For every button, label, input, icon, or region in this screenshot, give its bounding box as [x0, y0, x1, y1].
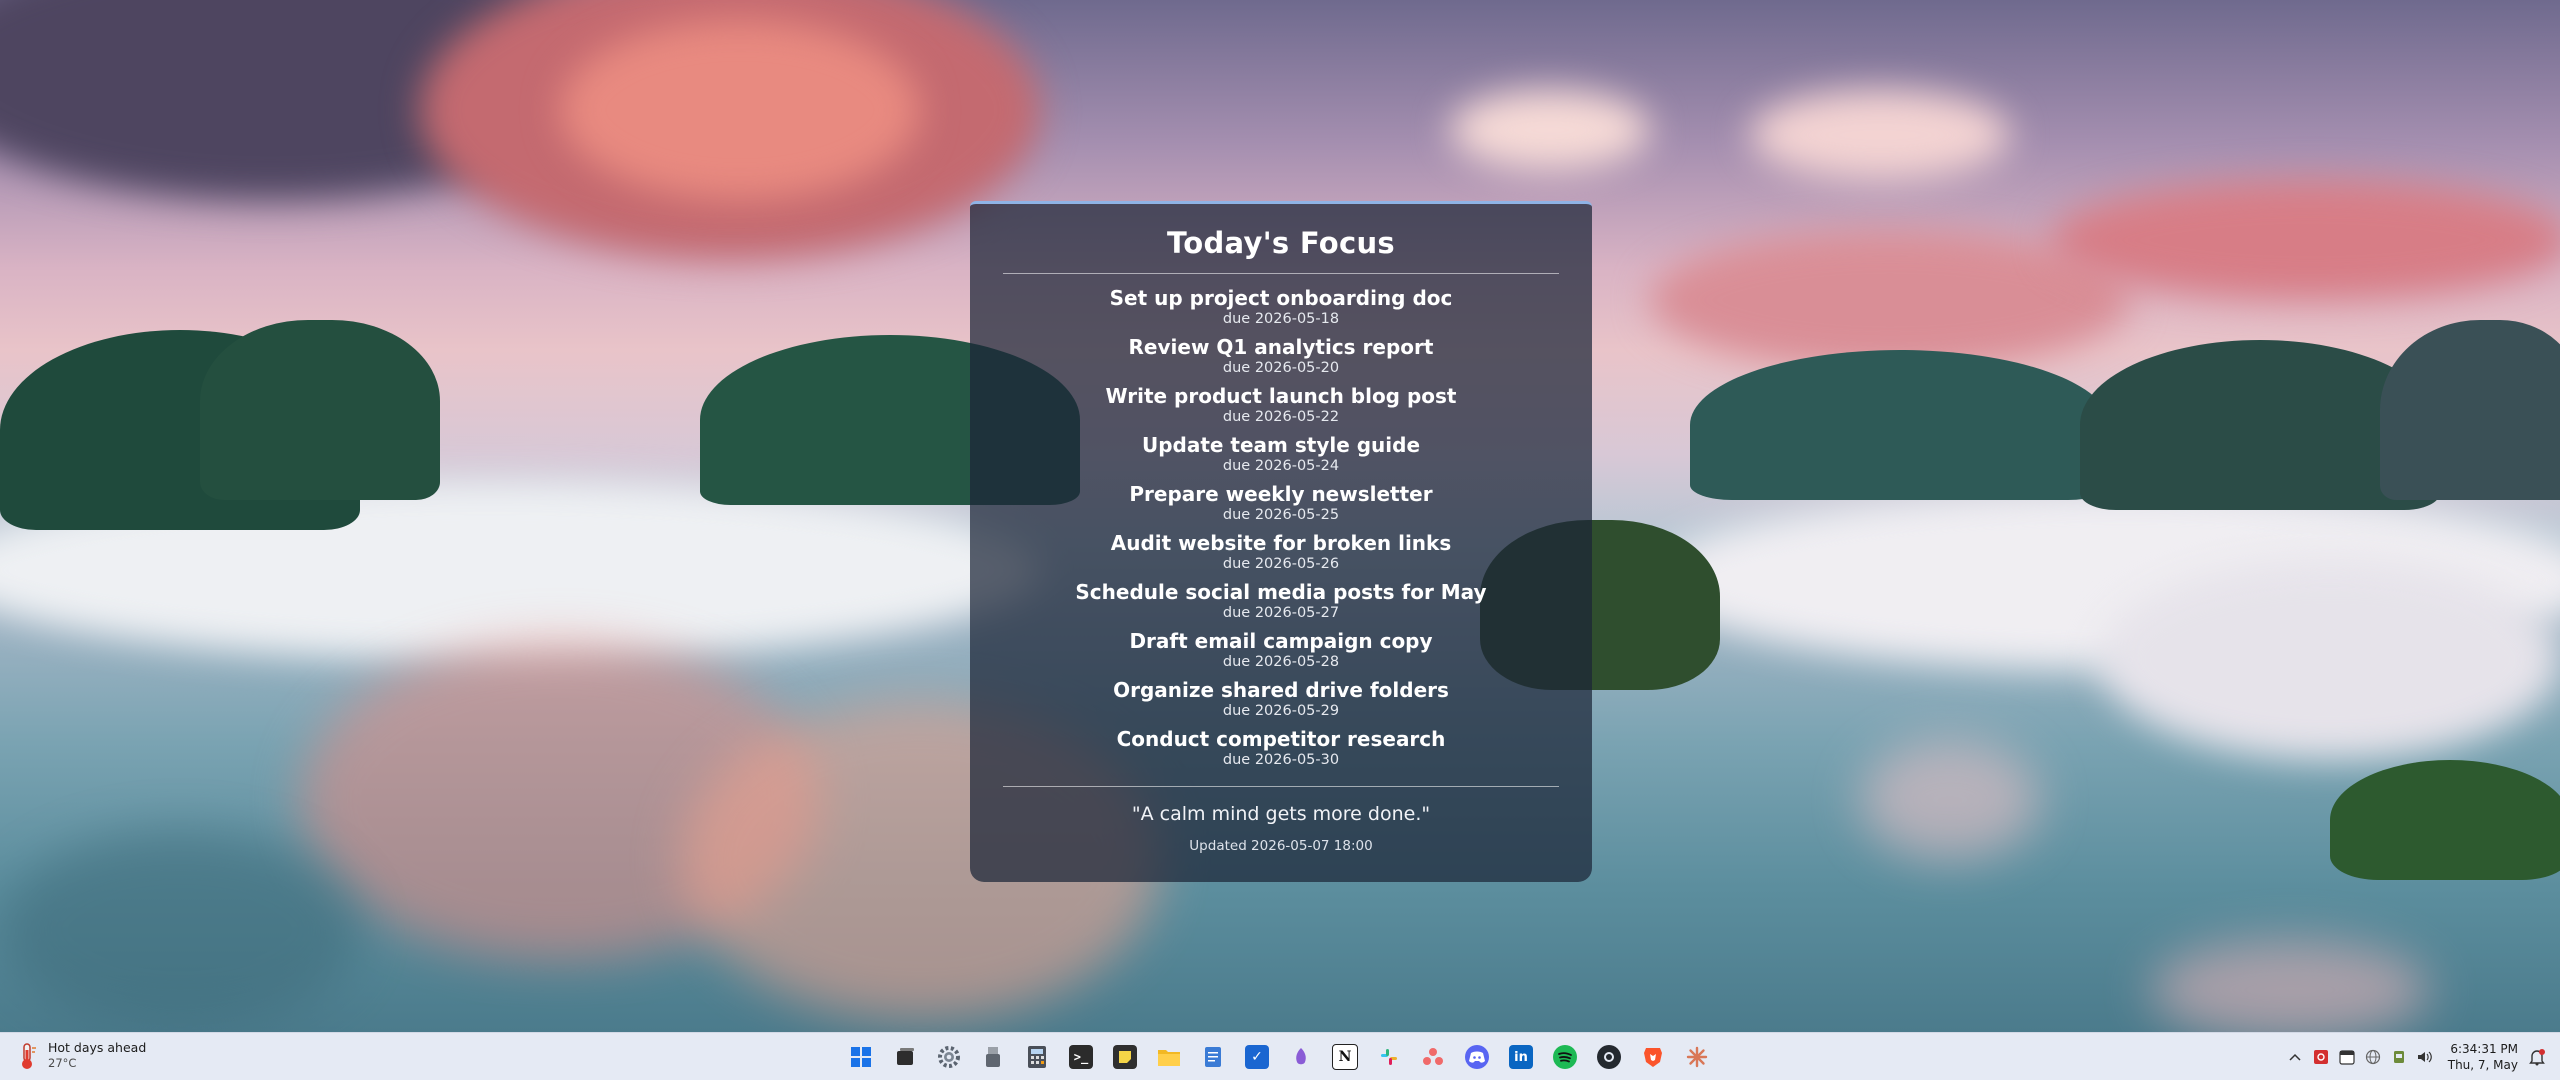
task-title: Write product launch blog post — [1105, 384, 1457, 408]
asana-icon — [1421, 1045, 1445, 1069]
task-title: Schedule social media posts for May — [1075, 580, 1487, 604]
taskbar-apps: >_ ✓ N in — [844, 1041, 1714, 1073]
terminal-icon: >_ — [1069, 1045, 1093, 1069]
sticky-notes-app[interactable] — [1108, 1041, 1142, 1073]
usb-app[interactable] — [976, 1041, 1010, 1073]
sticky-notes-icon — [1113, 1045, 1137, 1069]
linkedin-icon: in — [1509, 1045, 1533, 1069]
spotify-app[interactable] — [1548, 1041, 1582, 1073]
plug-icon[interactable] — [2388, 1046, 2410, 1068]
claude-sparkle-icon — [1685, 1045, 1709, 1069]
task-title: Audit website for broken links — [1110, 531, 1452, 555]
speaker-icon[interactable] — [2414, 1046, 2436, 1068]
settings-app[interactable] — [932, 1041, 966, 1073]
weather-description: Hot days ahead — [48, 1040, 147, 1055]
notepad-app[interactable] — [1196, 1041, 1230, 1073]
focus-quote: "A calm mind gets more done." — [1131, 803, 1431, 825]
widget-title: Today's Focus — [1167, 226, 1395, 260]
gear-icon — [937, 1045, 961, 1069]
weather-widget[interactable]: Hot days ahead 27°C — [14, 1040, 146, 1071]
task-due-date: due 2026-05-25 — [1222, 507, 1340, 523]
terminal-app[interactable]: >_ — [1064, 1041, 1098, 1073]
task-title: Conduct competitor research — [1116, 727, 1446, 751]
asana-app[interactable] — [1416, 1041, 1450, 1073]
windows-logo-icon — [849, 1045, 873, 1069]
github-app[interactable] — [1592, 1041, 1626, 1073]
task-item[interactable]: Audit website for broken links due 2026-… — [970, 531, 1592, 580]
globe-icon[interactable] — [2362, 1046, 2384, 1068]
thermometer-icon — [14, 1041, 40, 1071]
task-item[interactable]: Set up project onboarding doc due 2026-0… — [970, 286, 1592, 335]
bell-icon[interactable] — [2526, 1046, 2548, 1068]
folder-icon — [1157, 1045, 1181, 1069]
system-tray: 6:34:31 PM Thu, 7, May — [2282, 1037, 2550, 1077]
calendar-icon[interactable] — [2336, 1046, 2358, 1068]
task-item[interactable]: Organize shared drive folders due 2026-0… — [970, 678, 1592, 727]
clock[interactable]: 6:34:31 PM Thu, 7, May — [2448, 1041, 2518, 1073]
notion-app[interactable]: N — [1328, 1041, 1362, 1073]
desktop-wallpaper: Today's Focus Set up project onboarding … — [0, 0, 2560, 1032]
task-item[interactable]: Update team style guide due 2026-05-24 — [970, 433, 1592, 482]
discord-icon — [1465, 1045, 1489, 1069]
task-list: Set up project onboarding doc due 2026-0… — [970, 286, 1592, 776]
task-due-date: due 2026-05-18 — [1222, 311, 1340, 327]
task-title: Set up project onboarding doc — [1109, 286, 1453, 310]
notepad-icon — [1201, 1045, 1225, 1069]
slack-icon — [1377, 1045, 1401, 1069]
task-due-date: due 2026-05-27 — [1222, 605, 1340, 621]
slack-app[interactable] — [1372, 1041, 1406, 1073]
task-item[interactable]: Schedule social media posts for May due … — [970, 580, 1592, 629]
task-due-date: due 2026-05-26 — [1222, 556, 1340, 572]
task-due-date: due 2026-05-20 — [1222, 360, 1340, 376]
task-due-date: due 2026-05-28 — [1222, 654, 1340, 670]
chevron-up-icon[interactable] — [2284, 1046, 2306, 1068]
claude-app[interactable] — [1680, 1041, 1714, 1073]
github-icon — [1597, 1045, 1621, 1069]
task-title: Draft email campaign copy — [1129, 629, 1433, 653]
start-button[interactable] — [844, 1041, 878, 1073]
usb-drive-icon — [981, 1045, 1005, 1069]
divider — [1003, 273, 1559, 274]
task-item[interactable]: Write product launch blog post due 2026-… — [970, 384, 1592, 433]
weather-temperature: 27°C — [48, 1056, 77, 1070]
discord-app[interactable] — [1460, 1041, 1494, 1073]
task-item[interactable]: Draft email campaign copy due 2026-05-28 — [970, 629, 1592, 678]
copilot-icon — [1289, 1045, 1313, 1069]
calculator-icon — [1025, 1045, 1049, 1069]
spotify-icon — [1553, 1045, 1577, 1069]
task-item[interactable]: Prepare weekly newsletter due 2026-05-25 — [970, 482, 1592, 531]
linkedin-app[interactable]: in — [1504, 1041, 1538, 1073]
checkmark-icon: ✓ — [1245, 1045, 1269, 1069]
task-title: Update team style guide — [1141, 433, 1421, 457]
todays-focus-widget: Today's Focus Set up project onboarding … — [970, 201, 1592, 882]
brave-app[interactable] — [1636, 1041, 1670, 1073]
clock-date: Thu, 7, May — [2447, 1058, 2518, 1072]
task-title: Prepare weekly newsletter — [1129, 482, 1433, 506]
task-title: Review Q1 analytics report — [1128, 335, 1434, 359]
divider — [1003, 786, 1559, 787]
brave-lion-icon — [1641, 1045, 1665, 1069]
task-view-button[interactable] — [888, 1041, 922, 1073]
task-due-date: due 2026-05-30 — [1222, 752, 1340, 768]
task-item[interactable]: Review Q1 analytics report due 2026-05-2… — [970, 335, 1592, 384]
pdf-icon[interactable] — [2310, 1046, 2332, 1068]
task-item[interactable]: Conduct competitor research due 2026-05-… — [970, 727, 1592, 776]
task-due-date: due 2026-05-29 — [1222, 703, 1340, 719]
updated-timestamp: Updated 2026-05-07 18:00 — [1189, 838, 1373, 854]
notion-icon: N — [1332, 1044, 1358, 1070]
file-explorer-app[interactable] — [1152, 1041, 1186, 1073]
task-title: Organize shared drive folders — [1113, 678, 1449, 702]
taskbar: Hot days ahead 27°C >_ ✓ N in 6:34:31 PM… — [0, 1032, 2560, 1080]
todo-app[interactable]: ✓ — [1240, 1041, 1274, 1073]
task-due-date: due 2026-05-24 — [1222, 458, 1340, 474]
task-due-date: due 2026-05-22 — [1222, 409, 1340, 425]
calculator-app[interactable] — [1020, 1041, 1054, 1073]
copilot-app[interactable] — [1284, 1041, 1318, 1073]
clock-time: 6:34:31 PM — [2450, 1042, 2518, 1056]
task-view-icon — [893, 1045, 917, 1069]
